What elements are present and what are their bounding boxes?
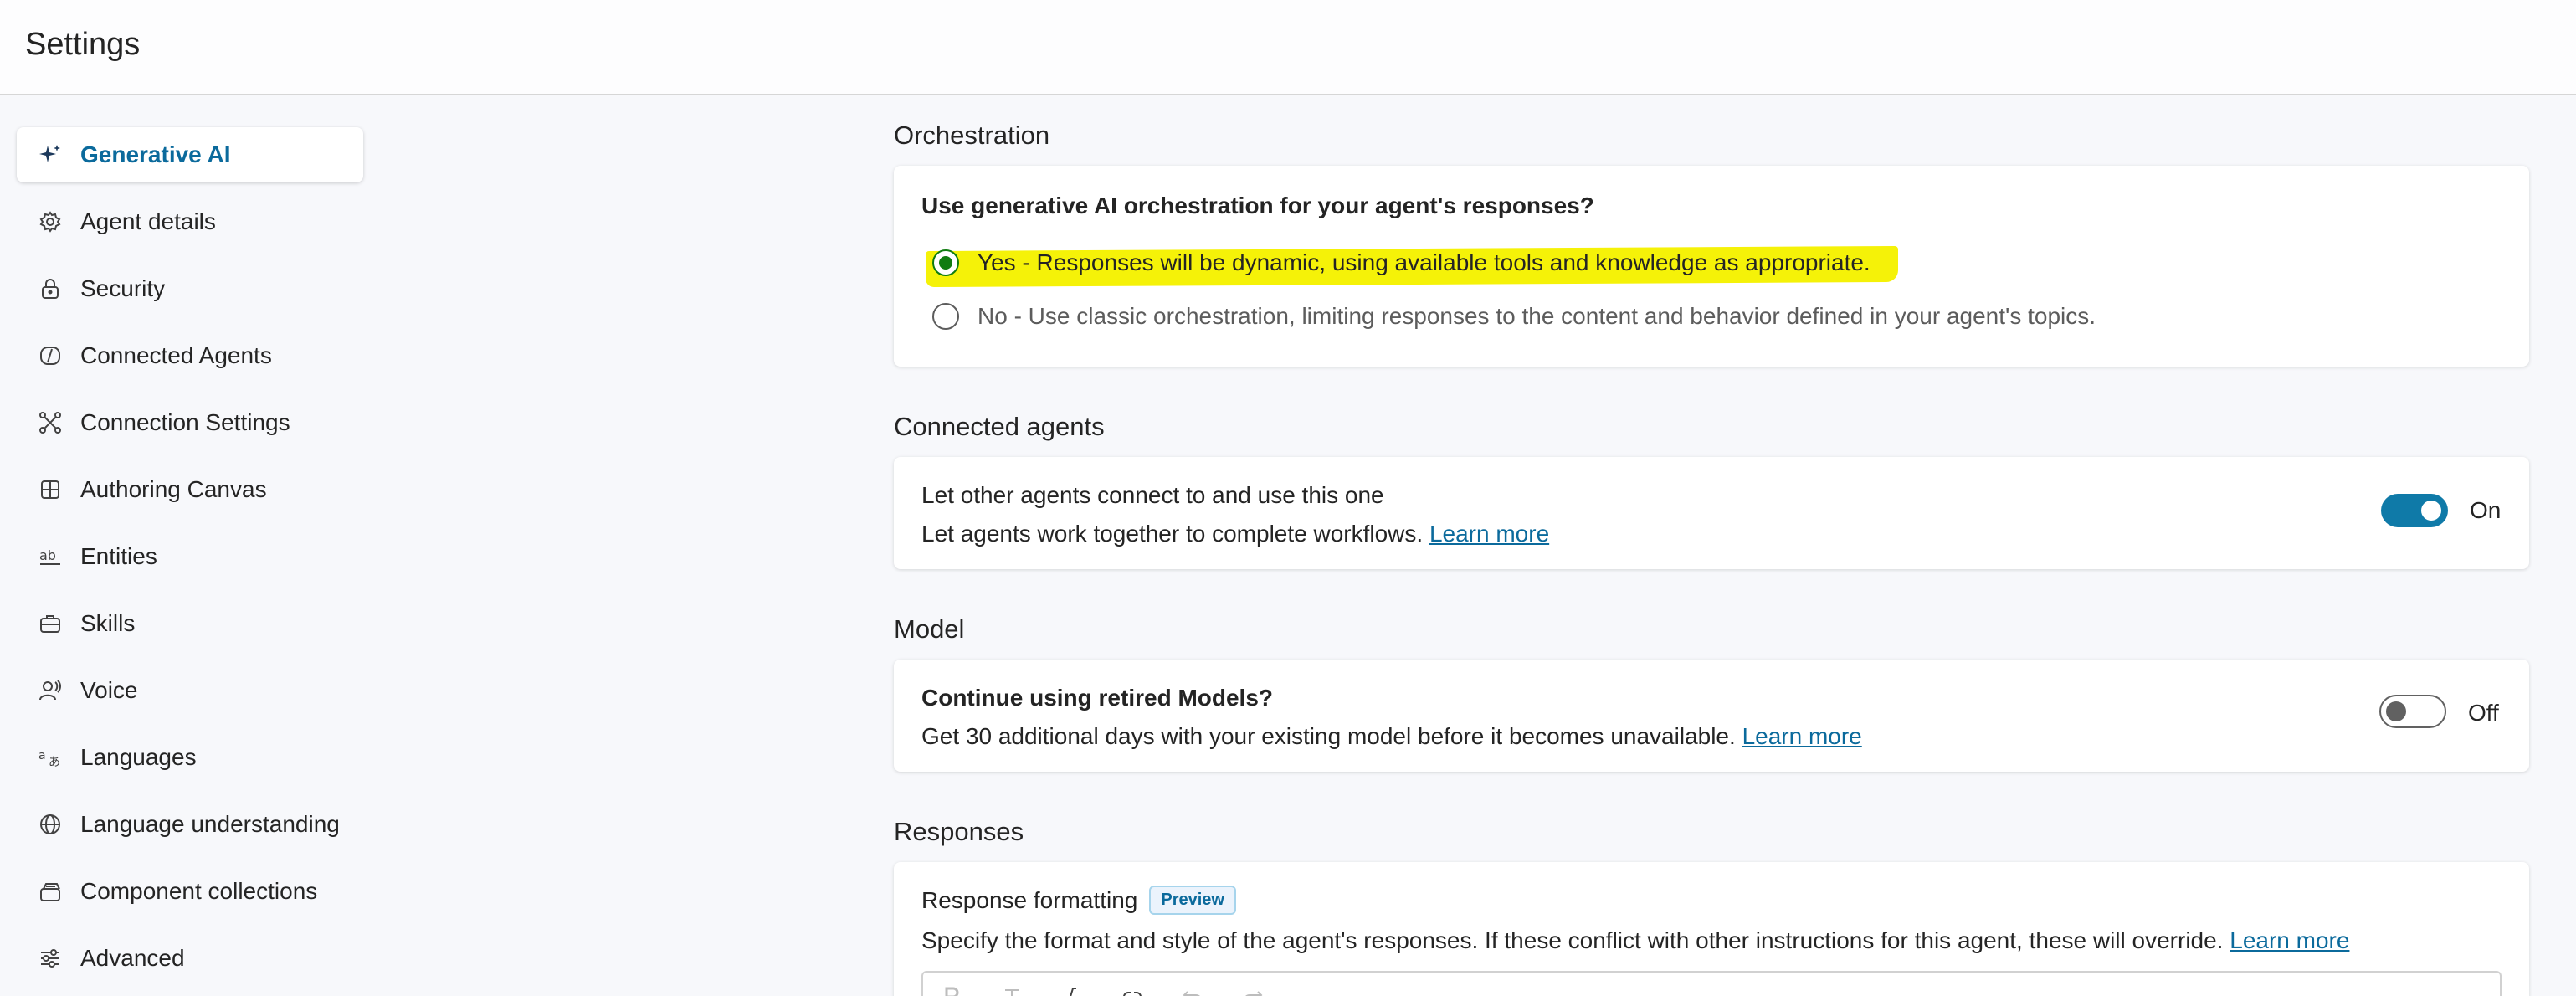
sidebar-item-component-collections[interactable]: Component collections [17,864,363,919]
settings-sidebar: Generative AI Agent details Security Con… [17,127,363,996]
connected-agents-title: Let other agents connect to and use this… [921,482,1384,508]
sidebar-item-voice[interactable]: Voice [17,663,363,718]
svg-text:あ: あ [49,756,60,769]
sidebar-item-label: Language understanding [80,811,340,837]
header-bar: Settings [0,0,2576,95]
model-description: Get 30 additional days with your existin… [921,723,1862,749]
link-icon[interactable] [1121,985,1144,996]
sidebar-item-label: Agent details [80,208,216,234]
sidebar-item-authoring-canvas[interactable]: Authoring Canvas [17,462,363,517]
radio-yes[interactable] [932,249,959,276]
sliders-icon [38,947,62,970]
retired-models-toggle-label: Off [2468,700,2499,726]
sidebar-item-label: Advanced [80,945,185,971]
response-formatting-title-row: Response formatting Preview [921,886,1236,915]
page-title: Settings [25,27,141,62]
section-title-connected-agents: Connected agents [894,412,1105,441]
retired-models-toggle[interactable] [2379,695,2446,728]
connected-agents-icon [38,344,62,367]
section-title-responses: Responses [894,817,1024,846]
response-formatting-title: Response formatting [921,886,1138,913]
undo-icon[interactable] [1181,985,1204,996]
briefcase-icon [38,612,62,635]
sidebar-item-skills[interactable]: Skills [17,596,363,651]
svg-text:ab: ab [39,547,56,563]
preview-badge: Preview [1149,886,1236,915]
sidebar-item-label: Skills [80,610,136,636]
translate-icon: aあ [38,746,62,769]
sidebar-item-label: Languages [80,744,197,770]
sidebar-item-advanced[interactable]: Advanced [17,931,363,986]
radio-yes-label: Yes - Responses will be dynamic, using a… [978,249,1870,275]
connected-agents-description: Let agents work together to complete wor… [921,521,1550,547]
model-title: Continue using retired Models? [921,685,1274,711]
sidebar-item-languages[interactable]: aあ Languages [17,730,363,785]
orchestration-option-yes[interactable]: Yes - Responses will be dynamic, using a… [932,249,1870,276]
sparkle-icon [38,143,62,167]
redo-icon[interactable] [1241,985,1265,996]
sidebar-item-label: Generative AI [80,141,231,167]
svg-text:a: a [38,749,46,762]
sidebar-item-label: Component collections [80,878,318,904]
section-title-orchestration: Orchestration [894,121,1050,150]
radio-no[interactable] [932,303,959,330]
sidebar-item-entities[interactable]: ab Entities [17,529,363,584]
network-icon [38,411,62,434]
ab-icon: ab [38,545,62,568]
radio-no-label: No - Use classic orchestration, limiting… [978,303,2096,329]
sidebar-item-label: Voice [80,677,138,703]
sidebar-item-label: Connected Agents [80,342,272,368]
connected-agents-learn-more-link[interactable]: Learn more [1429,521,1549,547]
sidebar-item-language-understanding[interactable]: Language understanding [17,797,363,852]
responses-card: Response formatting Preview Specify the … [894,862,2529,996]
sidebar-item-label: Connection Settings [80,409,290,435]
connected-agents-card: Let other agents connect to and use this… [894,457,2529,569]
sidebar-item-connection-settings[interactable]: Connection Settings [17,395,363,450]
orchestration-option-no[interactable]: No - Use classic orchestration, limiting… [932,303,2096,330]
sidebar-item-security[interactable]: Security [17,261,363,316]
responses-learn-more-link[interactable]: Learn more [2230,927,2349,953]
connected-agents-toggle-label: On [2470,497,2502,523]
sidebar-item-agent-details[interactable]: Agent details [17,194,363,249]
lock-icon [38,277,62,300]
sidebar-item-label: Authoring Canvas [80,476,267,502]
sidebar-item-generative-ai[interactable]: Generative AI [17,127,363,182]
formatting-editor-toolbar [921,971,2502,996]
clear-format-icon[interactable] [1000,985,1024,996]
response-formatting-description: Specify the format and style of the agen… [921,927,2350,953]
model-learn-more-link[interactable]: Learn more [1742,723,1862,749]
orchestration-question: Use generative AI orchestration for your… [921,193,1594,218]
model-card: Continue using retired Models? Get 30 ad… [894,660,2529,772]
orchestration-card: Use generative AI orchestration for your… [894,166,2529,367]
font-icon[interactable] [1060,985,1084,996]
person-voice-icon [38,679,62,702]
collection-icon [38,880,62,903]
gear-icon [38,210,62,234]
bold-icon[interactable] [940,985,963,996]
sidebar-item-label: Security [80,275,166,301]
grid-icon [38,478,62,501]
connected-agents-toggle[interactable] [2381,494,2448,527]
sidebar-item-connected-agents[interactable]: Connected Agents [17,328,363,383]
sidebar-item-label: Entities [80,543,157,569]
globe-icon [38,813,62,836]
section-title-model: Model [894,614,965,644]
